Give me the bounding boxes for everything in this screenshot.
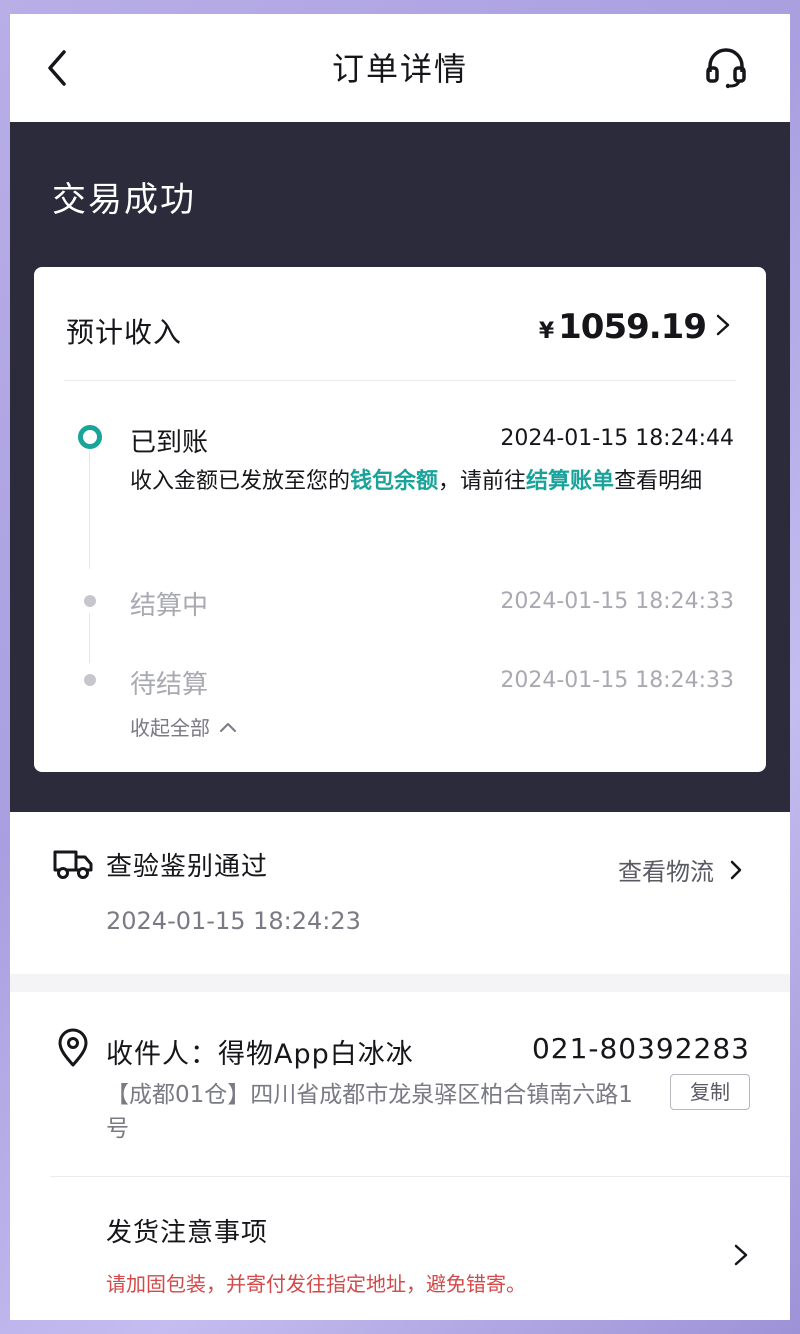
timeline-dot [84, 595, 96, 607]
timeline-connector [89, 613, 90, 663]
timeline-step-time: 2024-01-15 18:24:33 [500, 668, 734, 693]
chevron-right-icon [730, 860, 742, 879]
headset-icon [706, 48, 746, 89]
location-pin-icon [58, 1028, 88, 1067]
order-status-title: 交易成功 [52, 180, 196, 220]
page-title: 订单详情 [331, 50, 468, 88]
timeline-dot-active [78, 425, 102, 449]
nav-bar: 订单详情 [10, 14, 790, 122]
view-logistics-label: 查看物流 [618, 858, 714, 886]
timeline-connector [89, 451, 90, 569]
logistics-time: 2024-01-15 18:24:23 [106, 907, 361, 935]
app-screen: 订单详情 交易成功 预计收入 ¥ 1059.19 已到账 2024-01-15 … [10, 14, 790, 1320]
wallet-balance-link[interactable]: 钱包余额 [350, 469, 438, 494]
timeline-step-title: 待结算 [130, 670, 209, 700]
description-text: 收入金额已发放至您的 [130, 469, 351, 494]
logistics-status-title: 查验鉴别通过 [106, 852, 269, 882]
description-text: 查看明细 [614, 469, 703, 494]
divider [64, 380, 736, 381]
settlement-bill-link[interactable]: 结算账单 [526, 469, 614, 494]
timeline-step-title: 已到账 [130, 428, 209, 458]
order-status-header: 交易成功 预计收入 ¥ 1059.19 已到账 2024-01-15 18:24… [10, 122, 790, 812]
chevron-right-icon [716, 314, 730, 336]
logistics-section: 查验鉴别通过 查看物流 2024-01-15 18:24:23 [10, 812, 790, 974]
collapse-all-toggle[interactable]: 收起全部 [130, 712, 238, 741]
timeline-step-time: 2024-01-15 18:24:33 [500, 589, 734, 614]
income-label: 预计收入 [66, 316, 183, 349]
timeline-dot [84, 674, 96, 686]
shipping-warning: 请加固包装，并寄付发往指定地址，避免错寄。 [106, 1272, 526, 1296]
receiver-phone: 021-80392283 [531, 1032, 750, 1065]
address-detail: 【成都01仓】四川省成都市龙泉驿区柏合镇南六路1号 [106, 1082, 633, 1142]
collapse-label: 收起全部 [130, 716, 210, 740]
timeline-step-time: 2024-01-15 18:24:44 [500, 426, 734, 451]
truck-icon [53, 850, 93, 879]
customer-service-button[interactable] [702, 44, 750, 92]
income-amount-link[interactable]: ¥ 1059.19 [539, 307, 732, 347]
income-card: 预计收入 ¥ 1059.19 已到账 2024-01-15 18:24:44 收… [34, 267, 766, 772]
divider [50, 1176, 790, 1177]
copy-address-button[interactable]: 复制 [670, 1074, 750, 1110]
view-logistics-link[interactable]: 查看物流 [618, 852, 744, 887]
timeline-step-title: 结算中 [130, 591, 209, 621]
income-amount: 1059.19 [558, 307, 707, 347]
chevron-up-icon [220, 722, 236, 732]
receiver-name: 收件人：得物App白冰冰 [106, 1039, 414, 1070]
address-section: 收件人：得物App白冰冰 021-80392283 【成都01仓】四川省成都市龙… [10, 992, 790, 1320]
chevron-right-icon[interactable] [732, 1242, 750, 1268]
shipping-notes-title[interactable]: 发货注意事项 [106, 1212, 268, 1249]
description-text: ，请前往 [438, 469, 527, 494]
currency-symbol: ¥ [538, 319, 555, 344]
timeline-step-description: 收入金额已发放至您的钱包余额，请前往结算账单查看明细 [130, 467, 736, 497]
